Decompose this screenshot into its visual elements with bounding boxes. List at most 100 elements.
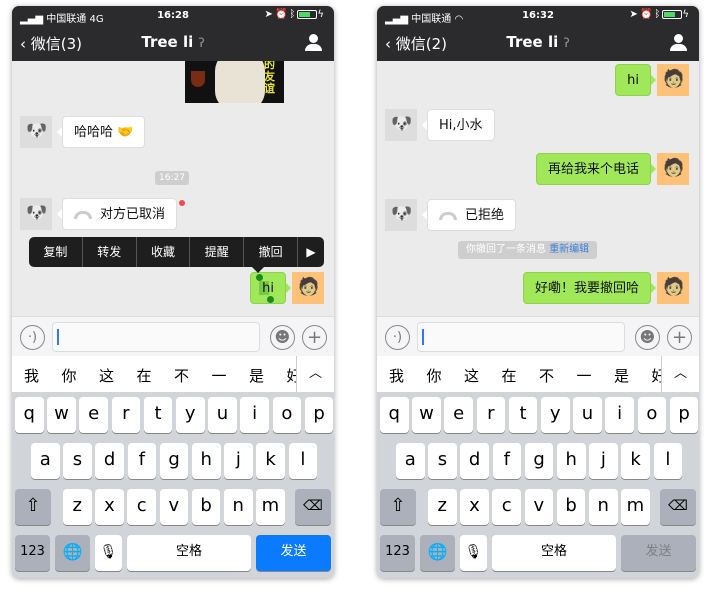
menu-item[interactable]: ▶ xyxy=(298,237,324,267)
my-avatar[interactable] xyxy=(657,272,689,304)
selection-handle-start[interactable] xyxy=(256,274,264,281)
key-b[interactable]: b xyxy=(191,489,221,525)
space-key[interactable]: 空格 xyxy=(127,535,251,571)
key-p[interactable]: p xyxy=(304,397,334,433)
key-u[interactable]: u xyxy=(208,397,237,433)
numbers-key[interactable]: 123 xyxy=(15,535,50,571)
message-bubble[interactable]: 再给我来个电话 xyxy=(535,153,657,185)
space-key[interactable]: 空格 xyxy=(492,535,616,571)
candidate[interactable]: 这 xyxy=(99,365,114,386)
candidate[interactable]: 我 xyxy=(24,365,39,386)
re-edit-link[interactable]: 重新编辑 xyxy=(549,244,589,255)
key-r[interactable]: r xyxy=(111,397,141,433)
key-k[interactable]: k xyxy=(256,443,285,479)
key-v[interactable]: v xyxy=(524,489,554,525)
message-input[interactable] xyxy=(52,322,260,352)
friend-avatar[interactable] xyxy=(20,198,52,230)
call-message-bubble[interactable]: 已拒绝 xyxy=(421,199,517,231)
key-t[interactable]: t xyxy=(508,397,538,433)
key-q[interactable]: q xyxy=(380,397,409,433)
key-m[interactable]: m xyxy=(621,489,650,525)
candidate[interactable]: 不 xyxy=(174,365,189,386)
globe-icon[interactable]: 🌐 xyxy=(55,535,90,571)
key-f[interactable]: f xyxy=(492,443,522,479)
key-f[interactable]: f xyxy=(127,443,157,479)
key-a[interactable]: a xyxy=(31,443,60,479)
menu-item[interactable]: 复制 xyxy=(29,237,83,267)
key-o[interactable]: o xyxy=(637,397,667,433)
backspace-key[interactable]: ⌫ xyxy=(295,489,331,525)
candidate[interactable]: 在 xyxy=(137,365,152,386)
send-button[interactable]: 发送 xyxy=(256,535,331,571)
candidate[interactable]: 你 xyxy=(427,365,442,386)
key-i[interactable]: i xyxy=(240,397,269,433)
plus-icon[interactable]: + xyxy=(667,325,692,350)
backspace-key[interactable]: ⌫ xyxy=(660,489,696,525)
menu-item[interactable]: 撤回 xyxy=(244,237,298,267)
key-d[interactable]: d xyxy=(95,443,124,479)
key-h[interactable]: h xyxy=(192,443,221,479)
key-g[interactable]: g xyxy=(159,443,189,479)
key-m[interactable]: m xyxy=(256,489,285,525)
key-e[interactable]: e xyxy=(444,397,473,433)
key-n[interactable]: n xyxy=(224,489,253,525)
candidate[interactable]: 一 xyxy=(212,365,227,386)
menu-item[interactable]: 提醒 xyxy=(190,237,245,267)
menu-item[interactable]: 转发 xyxy=(83,237,137,267)
key-c[interactable]: c xyxy=(127,489,156,525)
friend-avatar[interactable] xyxy=(20,116,52,148)
contact-info-icon[interactable] xyxy=(670,34,687,51)
my-avatar[interactable] xyxy=(657,153,689,185)
key-x[interactable]: x xyxy=(460,489,489,525)
key-q[interactable]: q xyxy=(15,397,44,433)
key-h[interactable]: h xyxy=(557,443,586,479)
key-n[interactable]: n xyxy=(589,489,618,525)
key-l[interactable]: l xyxy=(288,443,318,479)
key-c[interactable]: c xyxy=(492,489,521,525)
key-w[interactable]: w xyxy=(412,397,441,433)
message-bubble[interactable]: Hi,小水 xyxy=(422,109,495,141)
key-o[interactable]: o xyxy=(272,397,302,433)
my-avatar[interactable] xyxy=(292,272,324,304)
candidate[interactable]: 是 xyxy=(249,365,264,386)
candidate[interactable]: 这 xyxy=(464,365,479,386)
candidate[interactable]: 不 xyxy=(539,365,554,386)
candidate[interactable]: 在 xyxy=(502,365,517,386)
voice-icon[interactable]: ·) xyxy=(385,325,410,350)
key-u[interactable]: u xyxy=(573,397,602,433)
shift-key[interactable]: ⇧ xyxy=(15,489,51,525)
key-v[interactable]: v xyxy=(159,489,189,525)
globe-icon[interactable]: 🌐 xyxy=(420,535,455,571)
voice-icon[interactable]: ·) xyxy=(20,325,45,350)
microphone-icon[interactable]: 🎙 xyxy=(95,535,122,571)
expand-candidates-chevron[interactable]: ︿ xyxy=(661,356,699,392)
candidate[interactable]: 我 xyxy=(389,365,404,386)
key-d[interactable]: d xyxy=(460,443,489,479)
contact-info-icon[interactable] xyxy=(305,34,322,51)
key-g[interactable]: g xyxy=(524,443,554,479)
key-i[interactable]: i xyxy=(605,397,634,433)
send-button[interactable]: 发送 xyxy=(621,535,696,571)
plus-icon[interactable]: + xyxy=(302,325,327,350)
message-bubble[interactable]: hi xyxy=(615,64,656,96)
sticker-image[interactable]: 的友谊 xyxy=(185,61,284,103)
key-e[interactable]: e xyxy=(79,397,108,433)
key-t[interactable]: t xyxy=(143,397,173,433)
emoji-icon[interactable]: ☻ xyxy=(270,325,295,350)
key-a[interactable]: a xyxy=(396,443,425,479)
my-avatar[interactable] xyxy=(657,64,689,96)
message-bubble[interactable]: 哈哈哈 🤝 xyxy=(56,116,146,148)
emoji-icon[interactable]: ☻ xyxy=(635,325,660,350)
key-z[interactable]: z xyxy=(428,489,457,525)
candidate[interactable]: 你 xyxy=(62,365,77,386)
key-j[interactable]: j xyxy=(224,443,253,479)
key-z[interactable]: z xyxy=(63,489,92,525)
key-y[interactable]: y xyxy=(541,397,570,433)
selection-handle-end[interactable] xyxy=(267,296,275,303)
expand-candidates-chevron[interactable]: ︿ xyxy=(296,356,334,392)
key-l[interactable]: l xyxy=(653,443,683,479)
message-bubble[interactable]: hi xyxy=(250,272,291,304)
key-x[interactable]: x xyxy=(95,489,124,525)
friend-avatar[interactable] xyxy=(385,109,417,141)
key-p[interactable]: p xyxy=(669,397,699,433)
